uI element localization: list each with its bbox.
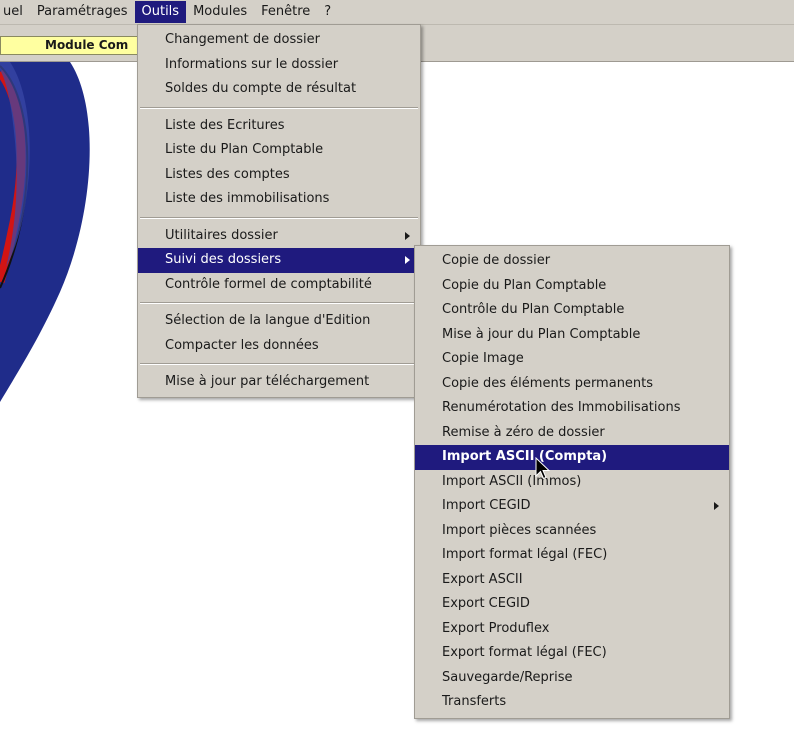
menu-item-changement-dossier[interactable]: Changement de dossier <box>138 28 420 53</box>
menu-parametrages[interactable]: Paramétrages <box>30 1 135 23</box>
menu-item-label: Suivi des dossiers <box>165 252 282 267</box>
submenu-item-controle-plan-comptable[interactable]: Contrôle du Plan Comptable <box>415 298 729 323</box>
submenu-arrow-icon <box>405 231 410 240</box>
menu-item-compacter-donnees[interactable]: Compacter les données <box>138 334 420 359</box>
submenu-item-copie-elements-permanents[interactable]: Copie des éléments permanents <box>415 372 729 397</box>
menu-modules[interactable]: Modules <box>186 1 254 23</box>
submenu-item-export-produflex[interactable]: Export Produflex <box>415 617 729 642</box>
submenu-item-renumerotation-immobilisations[interactable]: Renumérotation des Immobilisations <box>415 396 729 421</box>
submenu-item-remise-zero-dossier[interactable]: Remise à zéro de dossier <box>415 421 729 446</box>
module-tab[interactable]: Module Com <box>0 36 140 55</box>
menu-item-label: Utilitaires dossier <box>165 227 278 243</box>
outils-menu: Changement de dossier Informations sur l… <box>137 24 421 398</box>
submenu-item-import-pieces-scannees[interactable]: Import pièces scannées <box>415 519 729 544</box>
menu-item-suivi-dossiers[interactable]: Suivi des dossiers <box>138 248 420 273</box>
menu-item-liste-plan-comptable[interactable]: Liste du Plan Comptable <box>138 138 420 163</box>
submenu-item-copie-plan-comptable[interactable]: Copie du Plan Comptable <box>415 274 729 299</box>
menu-help[interactable]: ? <box>317 1 338 23</box>
submenu-item-import-ascii-compta[interactable]: Import ASCII (Compta) <box>415 445 729 470</box>
menu-item-utilitaires-dossier[interactable]: Utilitaires dossier <box>138 224 420 249</box>
submenu-item-import-ascii-immos[interactable]: Import ASCII (Immos) <box>415 470 729 495</box>
submenu-item-export-cegid[interactable]: Export CEGID <box>415 592 729 617</box>
submenu-item-export-ascii[interactable]: Export ASCII <box>415 568 729 593</box>
submenu-arrow-icon <box>405 256 410 264</box>
submenu-item-import-format-legal-fec[interactable]: Import format légal (FEC) <box>415 543 729 568</box>
submenu-item-import-cegid[interactable]: Import CEGID <box>415 494 729 519</box>
submenu-item-transferts[interactable]: Transferts <box>415 690 729 715</box>
submenu-item-sauvegarde-reprise[interactable]: Sauvegarde/Reprise <box>415 666 729 691</box>
submenu-item-export-format-legal-fec[interactable]: Export format légal (FEC) <box>415 641 729 666</box>
menu-separator <box>140 302 418 304</box>
menu-separator <box>140 216 418 219</box>
submenu-item-copie-image[interactable]: Copie Image <box>415 347 729 372</box>
menu-item-label: Import CEGID <box>442 498 531 513</box>
app-logo <box>0 62 90 402</box>
menu-item-liste-immobilisations[interactable]: Liste des immobilisations <box>138 187 420 212</box>
mouse-cursor-icon <box>535 457 551 480</box>
menu-item-controle-formel[interactable]: Contrôle formel de comptabilité <box>138 273 420 298</box>
menu-item-selection-langue[interactable]: Sélection de la langue d'Edition <box>138 309 420 334</box>
menu-item-liste-ecritures[interactable]: Liste des Ecritures <box>138 114 420 139</box>
menu-outils[interactable]: Outils <box>134 1 187 23</box>
menu-item-mise-a-jour-telechargement[interactable]: Mise à jour par téléchargement <box>138 370 420 395</box>
menu-separator <box>140 106 418 109</box>
submenu-item-copie-dossier[interactable]: Copie de dossier <box>415 249 729 274</box>
menu-item-listes-comptes[interactable]: Listes des comptes <box>138 163 420 188</box>
menu-fenetre[interactable]: Fenêtre <box>254 1 317 23</box>
menu-item-informations-dossier[interactable]: Informations sur le dossier <box>138 53 420 78</box>
menu-bar: uel Paramétrages Outils Modules Fenêtre … <box>0 0 794 25</box>
submenu-arrow-icon <box>714 502 719 510</box>
suivi-dossiers-submenu: Copie de dossier Copie du Plan Comptable… <box>414 245 730 719</box>
menu-manuel[interactable]: uel <box>0 1 30 23</box>
menu-separator <box>140 363 418 365</box>
submenu-item-mise-a-jour-plan-comptable[interactable]: Mise à jour du Plan Comptable <box>415 323 729 348</box>
menu-item-soldes-compte-resultat[interactable]: Soldes du compte de résultat <box>138 77 420 102</box>
